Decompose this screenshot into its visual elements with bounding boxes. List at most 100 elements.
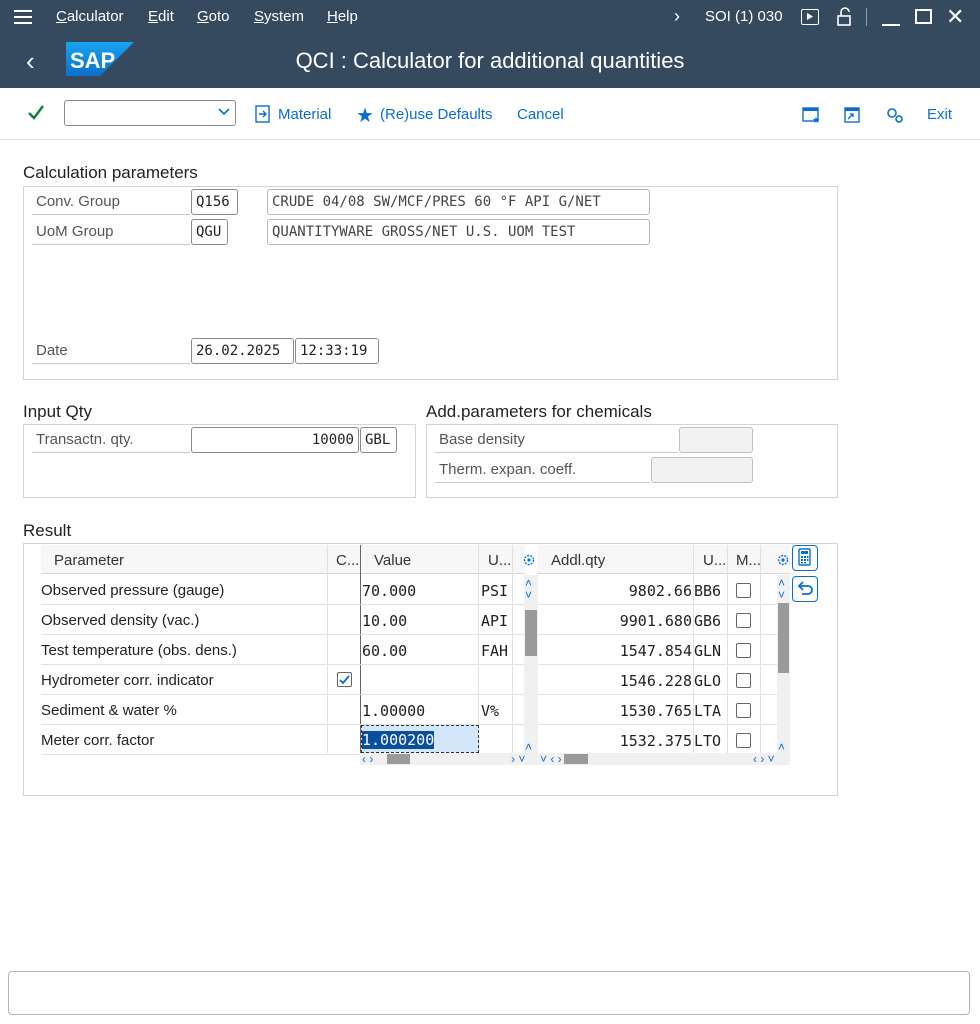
additional-qty-unit: GB6 <box>694 612 722 630</box>
transaction-unit-field[interactable]: GBL <box>360 427 397 453</box>
scroll-right-icon[interactable]: › ˅ <box>511 753 525 765</box>
chevron-down-icon[interactable] <box>217 104 231 122</box>
uom-group-description: QUANTITYWARE GROSS/NET U.S. UOM TEST <box>267 219 650 245</box>
menu-system[interactable]: System <box>254 8 304 25</box>
col-header-value[interactable]: Value <box>374 552 411 569</box>
mark-checkbox[interactable] <box>736 583 751 598</box>
hydrometer-checkbox[interactable] <box>337 672 352 687</box>
exit-button[interactable]: Exit <box>927 106 952 123</box>
star-icon[interactable]: ★ <box>356 103 374 128</box>
svg-text:★: ★ <box>812 115 820 124</box>
scroll-left-icon[interactable]: ‹ › <box>362 753 373 765</box>
row-divider <box>538 634 777 635</box>
additional-qty-unit: GLN <box>694 642 722 660</box>
additional-qty-value: 9802.66 <box>628 582 692 600</box>
parameter-name: Observed density (vac.) <box>41 612 200 629</box>
row-divider <box>41 634 525 635</box>
additional-qty-unit: LTA <box>694 702 722 720</box>
date-field[interactable]: 26.02.2025 <box>191 338 294 364</box>
additional-qty-unit: GLO <box>694 672 722 690</box>
menu-help[interactable]: Help <box>327 8 358 25</box>
table-settings-icon[interactable] <box>776 553 790 571</box>
conv-group-field[interactable]: Q156 <box>191 189 238 215</box>
col-header-addl-qty[interactable]: Addl.qty <box>551 552 605 569</box>
mark-checkbox[interactable] <box>736 733 751 748</box>
col-header-qty-unit[interactable]: U... <box>703 552 726 569</box>
col-header-parameter[interactable]: Parameter <box>54 552 124 569</box>
undo-button[interactable] <box>792 576 818 602</box>
scrollbar-thumb[interactable] <box>564 754 588 764</box>
meter-corr-value-selected: 1.000200 <box>362 731 435 749</box>
result-heading: Result <box>23 521 72 540</box>
scroll-down-icon[interactable]: ˄ <box>778 741 785 753</box>
menu-calculator[interactable]: Calculator <box>56 8 124 25</box>
parameter-value-input[interactable]: 70.000 <box>362 582 477 600</box>
parameter-value-input[interactable]: 1.00000 <box>362 702 477 720</box>
uom-group-field[interactable]: QGU <box>191 219 228 245</box>
input-qty-heading: Input Qty <box>23 402 92 421</box>
parameter-name: Meter corr. factor <box>41 732 155 749</box>
parameter-name: Observed pressure (gauge) <box>41 582 225 599</box>
scroll-down-icon[interactable]: ˄ <box>525 741 532 753</box>
therm-expan-field[interactable] <box>651 457 753 483</box>
divider <box>727 545 728 753</box>
parameter-unit[interactable]: FAH <box>481 642 508 660</box>
hamburger-menu-icon[interactable] <box>14 10 32 24</box>
menu-goto[interactable]: Goto <box>197 8 230 25</box>
scrollbar-thumb[interactable] <box>525 610 537 656</box>
unlock-icon[interactable] <box>835 7 855 31</box>
mark-checkbox[interactable] <box>736 643 751 658</box>
scroll-up-icon[interactable]: ˄ ˅ <box>778 577 785 601</box>
undo-icon <box>797 581 813 595</box>
parameter-unit[interactable]: API <box>481 612 508 630</box>
base-density-field[interactable] <box>679 427 753 453</box>
row-divider <box>41 694 525 695</box>
enter-check-icon[interactable] <box>26 102 46 126</box>
maximize-icon[interactable] <box>915 9 932 24</box>
material-button[interactable]: Material <box>278 106 331 123</box>
scrollbar-thumb[interactable] <box>387 754 410 764</box>
scrollbar-thumb[interactable] <box>778 603 789 673</box>
scroll-up-icon[interactable]: ˄ ˅ <box>525 577 532 601</box>
mark-checkbox[interactable] <box>736 673 751 688</box>
divider <box>360 545 361 753</box>
chevron-right-icon[interactable]: › <box>674 6 680 27</box>
minimize-icon[interactable] <box>882 24 900 26</box>
value-input-active[interactable]: 1.000200 <box>361 725 479 753</box>
page-title: QCI : Calculator for additional quantiti… <box>295 48 685 73</box>
title-bar: ‹ SAP QCI : Calculator for additional qu… <box>0 34 980 88</box>
reuse-defaults-button[interactable]: (Re)use Defaults <box>380 106 493 123</box>
parameter-unit[interactable]: PSI <box>481 582 508 600</box>
table-settings-icon[interactable] <box>522 553 536 571</box>
system-info: SOI (1) 030 <box>705 8 783 25</box>
parameter-value-input[interactable]: 60.00 <box>362 642 477 660</box>
status-bar <box>8 971 970 1015</box>
parameter-unit[interactable]: V% <box>481 702 499 720</box>
transaction-qty-label: Transactn. qty. <box>32 427 190 453</box>
additional-qty-value: 1547.854 <box>619 642 692 660</box>
command-field[interactable] <box>64 100 236 126</box>
col-header-c[interactable]: C... <box>336 552 359 569</box>
time-field[interactable]: 12:33:19 <box>295 338 379 364</box>
scroll-left-icon[interactable]: ˅ ‹ › <box>540 753 562 765</box>
mark-checkbox[interactable] <box>736 703 751 718</box>
parameter-value-input[interactable]: 10.00 <box>362 612 477 630</box>
play-icon[interactable] <box>801 9 819 25</box>
close-icon[interactable]: ✕ <box>946 4 964 30</box>
scroll-right-icon[interactable]: ‹ › ˅ <box>753 753 775 765</box>
mark-checkbox[interactable] <box>736 613 751 628</box>
parameter-name: Sediment & water % <box>41 702 177 719</box>
create-session-icon[interactable]: ★ <box>802 106 820 128</box>
date-label: Date <box>32 338 190 364</box>
settings-gear-icon[interactable] <box>885 106 905 128</box>
col-header-unit[interactable]: U... <box>488 552 511 569</box>
calculator-button[interactable] <box>792 545 818 571</box>
menu-edit[interactable]: Edit <box>148 8 174 25</box>
new-window-icon[interactable] <box>843 106 861 128</box>
parameter-name: Hydrometer corr. indicator <box>41 672 214 689</box>
transaction-qty-field[interactable]: 10000 <box>191 427 359 453</box>
cancel-button[interactable]: Cancel <box>517 106 564 123</box>
col-header-m[interactable]: M... <box>736 552 761 569</box>
divider <box>478 545 479 753</box>
material-icon[interactable] <box>254 105 272 127</box>
